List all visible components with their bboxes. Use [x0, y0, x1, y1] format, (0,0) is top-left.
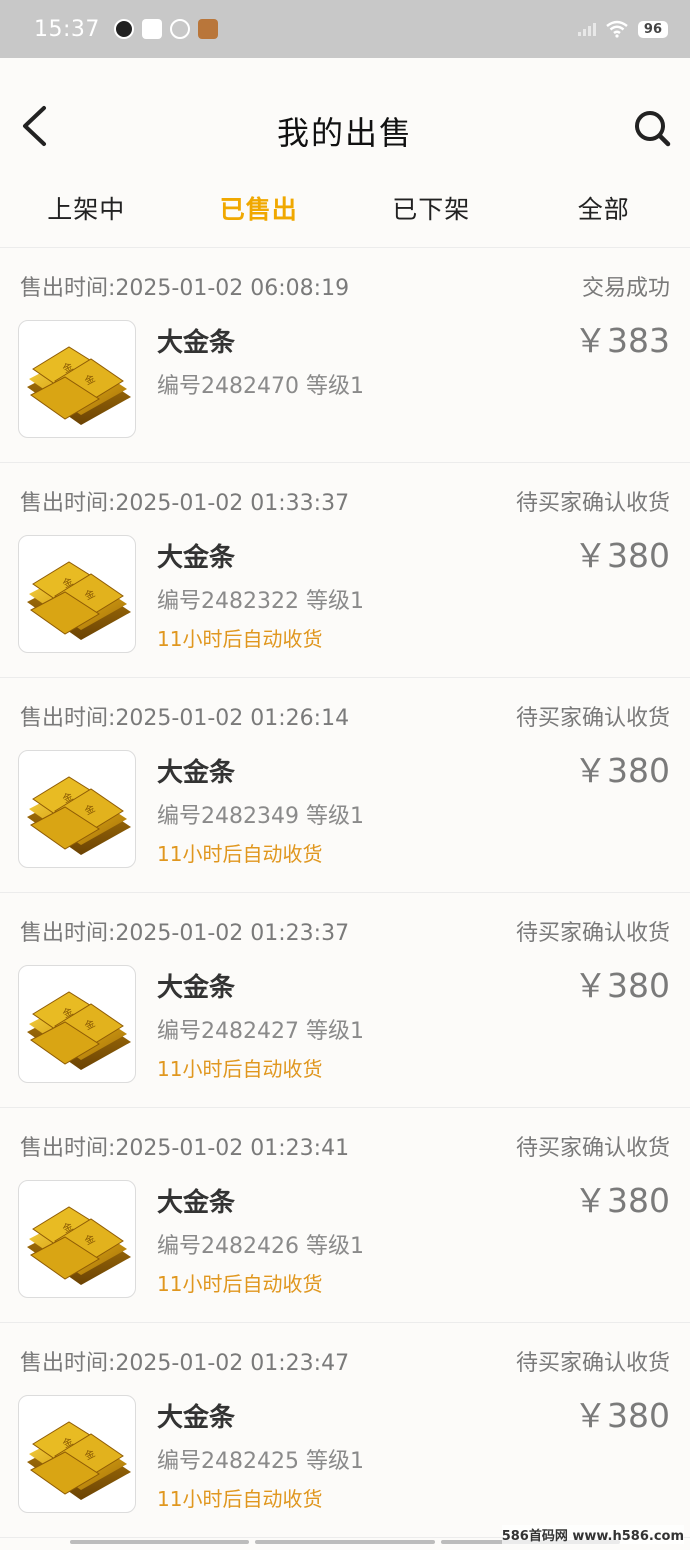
item-price: ￥380 [574, 1396, 670, 1435]
nav-header: 我的出售 [0, 58, 690, 186]
item-price: ￥380 [574, 1181, 670, 1220]
gold-bar-icon: 金 金 [27, 776, 131, 855]
order-status: 待买家确认收货 [515, 706, 670, 731]
order-time: 售出时间:2025-01-02 06:08:19 [20, 276, 350, 301]
item-meta: 编号2482426 等级1 [157, 1234, 364, 1259]
auto-receipt-note: 11小时后自动收货 [157, 1272, 323, 1296]
gold-bar-icon: 金 金 [27, 1206, 131, 1285]
gold-bar-icon: 金 金 [27, 1421, 131, 1500]
order-time: 售出时间:2025-01-02 01:26:14 [20, 706, 350, 731]
item-price: ￥383 [574, 321, 670, 360]
order-card[interactable]: 售出时间:2025-01-02 01:23:47 待买家确认收货 金 金 大金条… [0, 1323, 690, 1538]
order-status: 交易成功 [581, 276, 670, 301]
order-time: 售出时间:2025-01-02 01:23:41 [20, 1136, 350, 1161]
order-card[interactable]: 售出时间:2025-01-02 01:23:41 待买家确认收货 金 金 大金条… [0, 1108, 690, 1323]
gold-bar-icon: 金 金 [27, 991, 131, 1070]
item-price: ￥380 [574, 751, 670, 790]
order-status: 待买家确认收货 [515, 491, 670, 516]
system-icons: 96 [577, 20, 668, 38]
order-card[interactable]: 售出时间:2025-01-02 01:33:37 待买家确认收货 金 金 大金条… [0, 463, 690, 678]
gold-bar-thumbnail[interactable]: 金 金 [18, 320, 136, 438]
tab-sold[interactable]: 已售出 [173, 186, 346, 226]
wifi-icon [606, 20, 628, 38]
qq-icon [113, 19, 134, 39]
auto-receipt-note: 11小时后自动收货 [157, 1487, 323, 1511]
order-status: 待买家确认收货 [515, 1136, 670, 1161]
signal-icon [577, 22, 596, 36]
notification-icons [113, 19, 218, 39]
item-meta: 编号2482322 等级1 [157, 589, 364, 614]
gold-bar-icon: 金 金 [27, 346, 131, 425]
status-time: 15:37 [34, 16, 100, 42]
gold-bar-thumbnail[interactable]: 金 金 [18, 750, 136, 868]
gold-bar-thumbnail[interactable]: 金 金 [18, 1180, 136, 1298]
item-price: ￥380 [574, 536, 670, 575]
gold-bar-icon: 金 金 [27, 561, 131, 640]
item-name: 大金条 [157, 543, 236, 573]
tab-delisted[interactable]: 已下架 [345, 186, 518, 226]
order-status: 待买家确认收货 [515, 921, 670, 946]
order-card[interactable]: 售出时间:2025-01-02 01:23:37 待买家确认收货 金 金 大金条… [0, 893, 690, 1108]
order-status: 待买家确认收货 [515, 1351, 670, 1376]
item-name: 大金条 [157, 328, 236, 358]
search-icon [635, 111, 671, 147]
mail-icon [141, 19, 162, 39]
watermark: 586首码网 www.h586.com [501, 1525, 684, 1544]
item-name: 大金条 [157, 1403, 236, 1433]
status-bar: 15:37 96 [0, 0, 690, 58]
grid-icon [197, 19, 218, 39]
gold-bar-thumbnail[interactable]: 金 金 [18, 965, 136, 1083]
item-price: ￥380 [574, 966, 670, 1005]
gold-bar-thumbnail[interactable]: 金 金 [18, 1395, 136, 1513]
page-title: 我的出售 [276, 114, 413, 152]
item-meta: 编号2482427 等级1 [157, 1019, 364, 1044]
order-card[interactable]: 售出时间:2025-01-02 01:26:14 待买家确认收货 金 金 大金条… [0, 678, 690, 893]
auto-receipt-note: 11小时后自动收货 [157, 1057, 323, 1081]
item-name: 大金条 [157, 1188, 236, 1218]
tab-all[interactable]: 全部 [518, 186, 690, 226]
tab-on-shelf[interactable]: 上架中 [0, 186, 173, 226]
auto-receipt-note: 11小时后自动收货 [157, 842, 323, 866]
order-card[interactable]: 售出时间:2025-01-02 06:08:19 交易成功 金 金 大金条 编号… [0, 248, 690, 463]
gold-bar-thumbnail[interactable]: 金 金 [18, 535, 136, 653]
order-list: 售出时间:2025-01-02 06:08:19 交易成功 金 金 大金条 编号… [0, 248, 690, 1538]
auto-receipt-note: 11小时后自动收货 [157, 627, 323, 651]
leaf-icon [169, 19, 190, 39]
order-time: 售出时间:2025-01-02 01:23:37 [20, 921, 350, 946]
order-time: 售出时间:2025-01-02 01:33:37 [20, 491, 350, 516]
item-meta: 编号2482470 等级1 [157, 374, 364, 399]
order-time: 售出时间:2025-01-02 01:23:47 [20, 1351, 350, 1376]
search-button[interactable] [632, 108, 672, 148]
item-meta: 编号2482349 等级1 [157, 804, 364, 829]
battery-icon: 96 [637, 20, 668, 38]
tab-bar: 上架中 已售出 已下架 全部 [0, 186, 690, 248]
item-meta: 编号2482425 等级1 [157, 1449, 364, 1474]
item-name: 大金条 [157, 758, 236, 788]
item-name: 大金条 [157, 973, 236, 1003]
